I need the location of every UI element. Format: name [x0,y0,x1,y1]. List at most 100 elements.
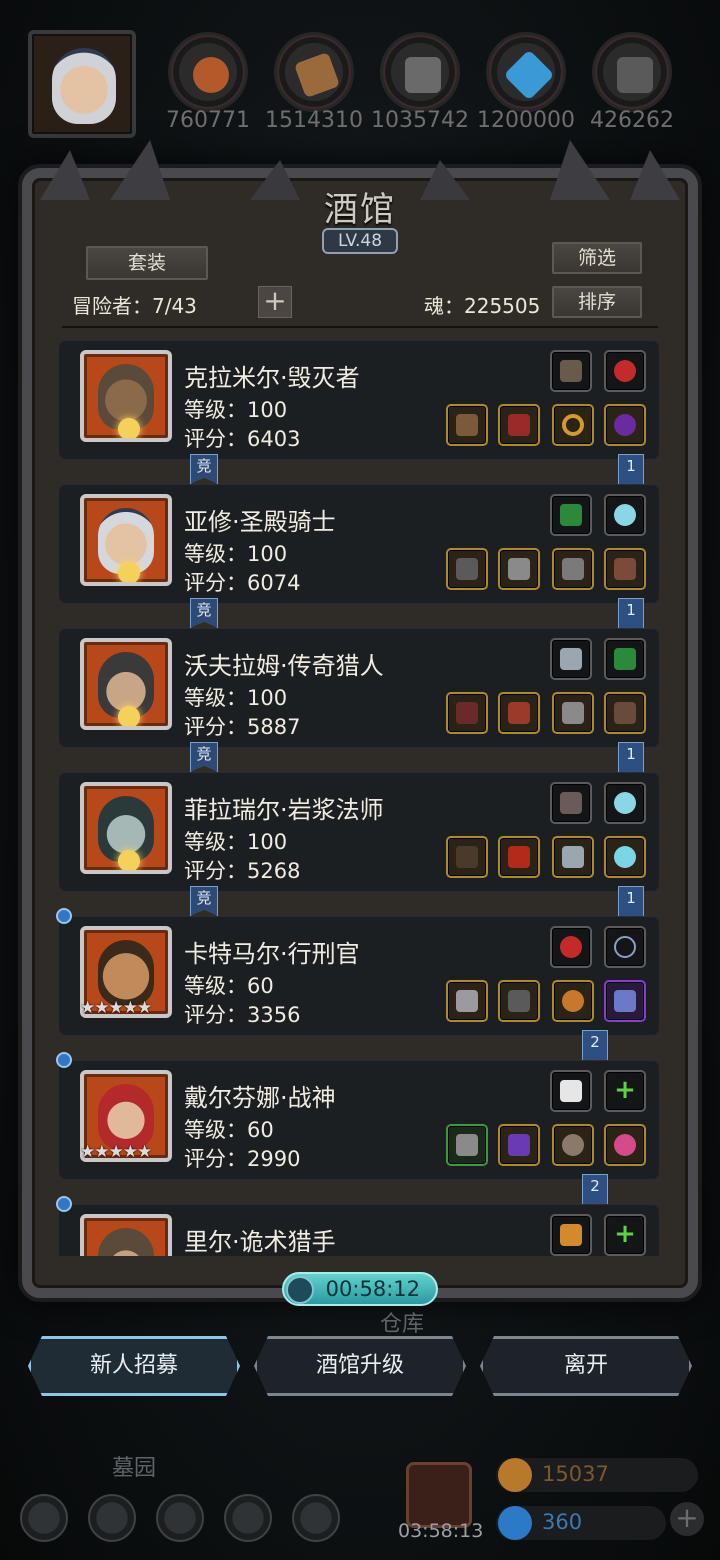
stone-resource[interactable] [380,32,460,112]
stone-icon [405,57,441,93]
amulet-slot[interactable] [604,1124,646,1166]
hero-card[interactable]: 里尔·诡术猎手 + [56,1196,660,1256]
crystal-resource[interactable] [486,32,566,112]
hero-card[interactable]: 沃夫拉姆·传奇猎人 等级：100 评分：5887 [58,628,660,748]
guild-icon[interactable] [88,1494,136,1542]
armor-slot[interactable] [498,404,540,446]
gem-slot[interactable] [604,782,646,824]
helmet-slot[interactable] [552,692,594,734]
chat-icon[interactable] [292,1494,340,1542]
gem-slot[interactable] [604,350,646,392]
hero-portrait[interactable] [80,782,172,874]
gift-box-icon[interactable] [406,1462,472,1528]
hero-score: 评分：5268 [184,859,301,883]
gold-bar: 15037 [496,1458,698,1492]
arena-tag: 竞 [190,454,218,484]
hero-icon[interactable] [156,1494,204,1542]
relic-slot[interactable] [604,638,646,680]
meat-count: 760771 [166,108,250,133]
weapon-slot[interactable] [446,404,488,446]
empty-slot-add[interactable]: + [604,1214,646,1256]
hero-name: 沃夫拉姆·传奇猎人 [184,652,384,680]
amulet-slot[interactable] [604,404,646,446]
mask-slot[interactable] [552,1124,594,1166]
relic-slot[interactable] [550,494,592,536]
add-gems-button[interactable]: + [670,1502,704,1536]
relic-slot[interactable] [550,1070,592,1112]
hero-card[interactable]: 菲拉瑞尔·岩浆法师 等级：100 评分：5268 [58,772,660,892]
amulet-icon [614,414,636,436]
hero-card[interactable]: ★★★★★ 卡特马尔·行刑官 等级：60 评分：3356 [56,908,660,1036]
hero-list[interactable]: 克拉米尔·毁灭者 等级：100 评分：6403 竞 1 亚修·圣殿骑士 等级：1… [54,336,666,1256]
weapon-slot[interactable] [446,692,488,734]
hero-name: 里尔·诡术猎手 [184,1228,336,1256]
ring-icon [562,990,584,1012]
hero-portrait[interactable] [80,1214,172,1256]
weapon-slot[interactable] [446,1124,488,1166]
new-indicator-icon [56,908,72,924]
boot-icon [614,558,636,580]
recruit-button[interactable]: 新人招募 [28,1336,240,1396]
empty-slot-add[interactable]: + [604,1070,646,1112]
staff-icon [456,846,478,868]
helmet-icon [508,1134,530,1156]
hero-portrait[interactable] [80,638,172,730]
hero-portrait[interactable] [80,494,172,586]
gold-coin-icon [498,1458,532,1492]
ring-slot[interactable] [552,980,594,1022]
hero-card[interactable]: ★★★★★ 戴尔芬娜·战神 等级：60 评分：2990 + [56,1052,660,1180]
hero-level: 等级：100 [184,398,288,422]
vase-icon [614,990,636,1012]
cloak-slot[interactable] [604,692,646,734]
suit-button[interactable]: 套装 [86,246,208,280]
armor-slot[interactable] [498,548,540,590]
iron-resource[interactable] [592,32,672,112]
glove-slot[interactable] [552,836,594,878]
ring-slot[interactable] [552,404,594,446]
weapon-slot[interactable] [550,638,592,680]
cloak-icon [614,702,636,724]
plus-icon: + [614,1219,636,1249]
mail-icon[interactable] [224,1494,272,1542]
player-avatar[interactable] [28,30,136,138]
hero-name: 戴尔芬娜·战神 [184,1084,336,1112]
boots-slot[interactable] [604,548,646,590]
helmet-slot[interactable] [498,1124,540,1166]
weapon-slot[interactable] [446,548,488,590]
hero-name: 菲拉瑞尔·岩浆法师 [184,796,384,824]
crystal-count: 1200000 [477,108,575,133]
leave-button[interactable]: 离开 [480,1336,692,1396]
hero-card[interactable]: 克拉米尔·毁灭者 等级：100 评分：6403 [58,340,660,460]
filter-button[interactable]: 筛选 [552,242,642,274]
amulet-slot[interactable] [604,926,646,968]
gem-icon [498,1506,532,1540]
tavern-upgrade-button[interactable]: 酒馆升级 [254,1336,466,1396]
disc-icon [614,504,636,526]
bow-icon [456,702,478,724]
hero-level: 等级：60 [184,974,274,998]
orb-slot[interactable] [604,836,646,878]
armor-slot[interactable] [498,836,540,878]
mask-icon [562,1134,584,1156]
armor-slot[interactable] [498,980,540,1022]
meat-resource[interactable] [168,32,248,112]
relic-slot[interactable] [604,980,646,1022]
arena-tag: 竞 [190,886,218,916]
weapon-slot[interactable] [446,836,488,878]
armor-slot[interactable] [498,692,540,734]
gem-slot[interactable] [604,494,646,536]
hero-portrait[interactable] [80,350,172,442]
weapon-slot[interactable] [550,350,592,392]
sort-button[interactable]: 排序 [552,286,642,318]
relic-slot[interactable] [550,782,592,824]
relic-slot[interactable] [550,1214,592,1256]
add-slot-button[interactable]: + [258,286,292,318]
awaken-moon-icon [118,562,140,582]
hero-score: 评分：5887 [184,715,301,739]
weapon-slot[interactable] [446,980,488,1022]
gem-slot[interactable] [550,926,592,968]
glove-slot[interactable] [552,548,594,590]
wood-resource[interactable] [274,32,354,112]
hero-card[interactable]: 亚修·圣殿骑士 等级：100 评分：6074 [58,484,660,604]
settings-icon[interactable] [20,1494,68,1542]
